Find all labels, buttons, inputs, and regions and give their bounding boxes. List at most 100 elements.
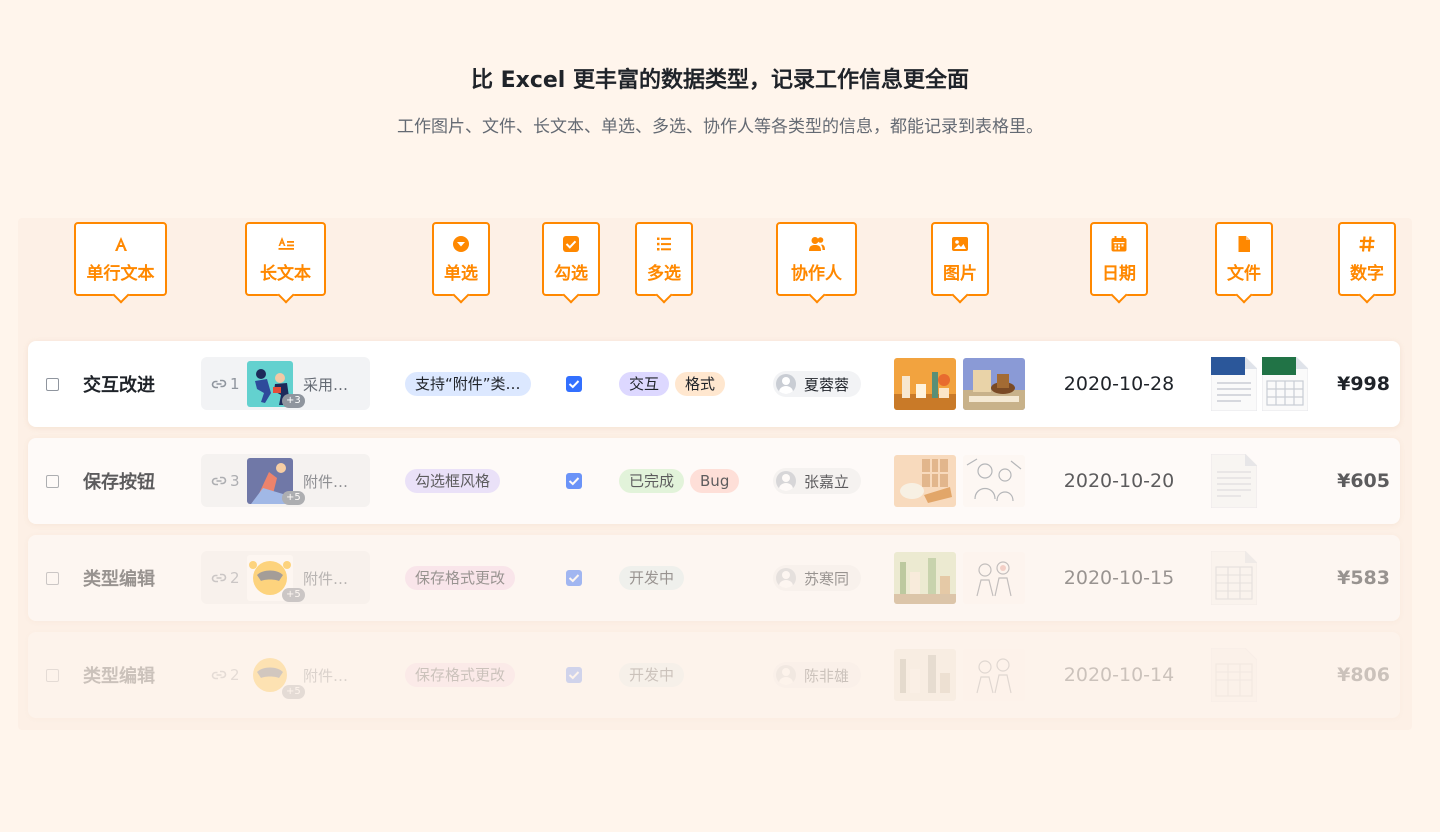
date-cell[interactable]: 2020-10-28: [1048, 341, 1190, 427]
type-card-collaborator[interactable]: 协作人: [776, 222, 857, 296]
type-card-number[interactable]: 数字: [1338, 222, 1396, 296]
type-card-date[interactable]: 日期: [1090, 222, 1148, 296]
table-row[interactable]: 交互改进 1 +3 采用… 支持“附件”类… 交互 格式 夏蓉蓉 2020-10…: [28, 341, 1400, 427]
collaborator-chip[interactable]: 苏寒同: [773, 565, 862, 591]
type-card-label: 协作人: [791, 263, 842, 284]
long-text-cell[interactable]: 2 +5 附件…: [201, 648, 370, 701]
more-count-badge: +3: [282, 394, 305, 408]
link-icon: [211, 670, 227, 680]
multi-select-tag: Bug: [690, 469, 740, 493]
checkbox-icon: [563, 235, 579, 252]
type-card-label: 长文本: [260, 263, 311, 284]
row-select-checkbox[interactable]: [46, 378, 59, 391]
long-text-cell[interactable]: 1 +3 采用…: [201, 357, 370, 410]
spreadsheet-file-icon[interactable]: [1210, 647, 1258, 703]
checked-checkbox[interactable]: [566, 667, 582, 683]
number-cell[interactable]: ¥998: [1337, 341, 1390, 427]
collaborator-name: 苏寒同: [804, 569, 850, 588]
avatar: [776, 374, 796, 394]
long-text-preview: 附件…: [303, 473, 349, 491]
link-icon: [211, 476, 227, 486]
type-card-single-select[interactable]: 单选: [432, 222, 490, 296]
long-text-preview: 采用…: [303, 376, 349, 394]
excel-file-icon[interactable]: [1261, 356, 1309, 412]
row-select-checkbox[interactable]: [46, 572, 59, 585]
row-select-checkbox[interactable]: [46, 475, 59, 488]
document-file-icon[interactable]: [1210, 453, 1258, 509]
collaborator-chip[interactable]: 夏蓉蓉: [773, 371, 862, 397]
spreadsheet-file-icon[interactable]: [1210, 550, 1258, 606]
collaborator-name: 陈非雄: [804, 666, 850, 685]
multi-select-cell[interactable]: 交互 格式: [619, 341, 731, 427]
single-select-tag: 勾选框风格: [405, 469, 501, 493]
image-thumbnail[interactable]: [963, 552, 1025, 604]
table-row[interactable]: 类型编辑 2 +5 附件… 保存格式更改 开发中 苏寒同 2020-10-15 …: [28, 535, 1400, 621]
row-title[interactable]: 保存按钮: [83, 438, 155, 524]
multi-select-cell[interactable]: 开发中: [619, 535, 690, 621]
number-cell[interactable]: ¥806: [1337, 632, 1390, 718]
checked-checkbox[interactable]: [566, 376, 582, 392]
multi-select-tag: 开发中: [619, 566, 685, 590]
type-card-single-line-text[interactable]: 单行文本: [74, 222, 167, 296]
link-count: 2: [211, 666, 240, 684]
link-count-value: 3: [230, 472, 240, 490]
multi-select-tag: 格式: [675, 372, 726, 396]
single-select-cell[interactable]: 勾选框风格: [405, 438, 506, 524]
link-icon: [211, 573, 227, 583]
date-cell[interactable]: 2020-10-14: [1048, 632, 1190, 718]
table-row[interactable]: 类型编辑 2 +5 附件… 保存格式更改 开发中 陈非雄 2020-10-14 …: [28, 632, 1400, 718]
single-select-cell[interactable]: 支持“附件”类…: [405, 341, 537, 427]
type-card-image[interactable]: 图片: [931, 222, 989, 296]
row-title[interactable]: 类型编辑: [83, 632, 155, 718]
check-icon: [568, 671, 580, 680]
checked-checkbox[interactable]: [566, 570, 582, 586]
type-card-label: 图片: [943, 263, 977, 284]
single-select-cell[interactable]: 保存格式更改: [405, 632, 521, 718]
word-file-icon[interactable]: [1210, 356, 1258, 412]
row-title[interactable]: 类型编辑: [83, 535, 155, 621]
people-icon: [808, 236, 825, 251]
link-icon: [211, 379, 227, 389]
image-thumbnail[interactable]: [894, 552, 956, 604]
multi-select-cell[interactable]: 已完成 Bug: [619, 438, 745, 524]
image-thumbnail[interactable]: [894, 358, 956, 410]
number-cell[interactable]: ¥605: [1337, 438, 1390, 524]
date-cell[interactable]: 2020-10-20: [1048, 438, 1190, 524]
link-count: 1: [211, 375, 240, 393]
type-card-label: 数字: [1350, 263, 1384, 284]
row-title[interactable]: 交互改进: [83, 341, 155, 427]
collaborator-chip[interactable]: 张嘉立: [773, 468, 862, 494]
long-text-cell[interactable]: 3 +5 附件…: [201, 454, 370, 507]
row-select-checkbox[interactable]: [46, 669, 59, 682]
type-card-long-text[interactable]: 长文本: [245, 222, 326, 296]
link-count-value: 2: [230, 569, 240, 587]
number-cell[interactable]: ¥583: [1337, 535, 1390, 621]
type-card-file[interactable]: 文件: [1215, 222, 1273, 296]
hero-title: 比 Excel 更丰富的数据类型，记录工作信息更全面: [470, 68, 970, 93]
image-thumbnail[interactable]: [963, 455, 1025, 507]
single-select-cell[interactable]: 保存格式更改: [405, 535, 521, 621]
type-card-label: 日期: [1102, 263, 1136, 284]
checked-checkbox[interactable]: [566, 473, 582, 489]
type-card-checkbox[interactable]: 勾选: [542, 222, 600, 296]
type-card-label: 单选: [444, 263, 478, 284]
image-thumbnail[interactable]: [894, 455, 956, 507]
avatar: [776, 568, 796, 588]
single-select-icon: [453, 235, 469, 252]
link-count: 3: [211, 472, 240, 490]
multi-select-cell[interactable]: 开发中: [619, 632, 690, 718]
image-thumbnail[interactable]: [894, 649, 956, 701]
check-icon: [568, 477, 580, 486]
multi-select-tag: 开发中: [619, 663, 685, 687]
date-cell[interactable]: 2020-10-15: [1048, 535, 1190, 621]
long-text-cell[interactable]: 2 +5 附件…: [201, 551, 370, 604]
collaborator-chip[interactable]: 陈非雄: [773, 662, 862, 688]
table-row[interactable]: 保存按钮 3 +5 附件… 勾选框风格 已完成 Bug 张嘉立 2020-10-…: [28, 438, 1400, 524]
type-card-multi-select[interactable]: 多选: [635, 222, 693, 296]
hash-icon: [1359, 235, 1375, 252]
collaborator-name: 夏蓉蓉: [804, 375, 850, 394]
image-thumbnail[interactable]: [963, 649, 1025, 701]
image-thumbnail[interactable]: [963, 358, 1025, 410]
more-count-badge: +5: [282, 685, 305, 699]
multi-select-tag: 交互: [619, 372, 670, 396]
